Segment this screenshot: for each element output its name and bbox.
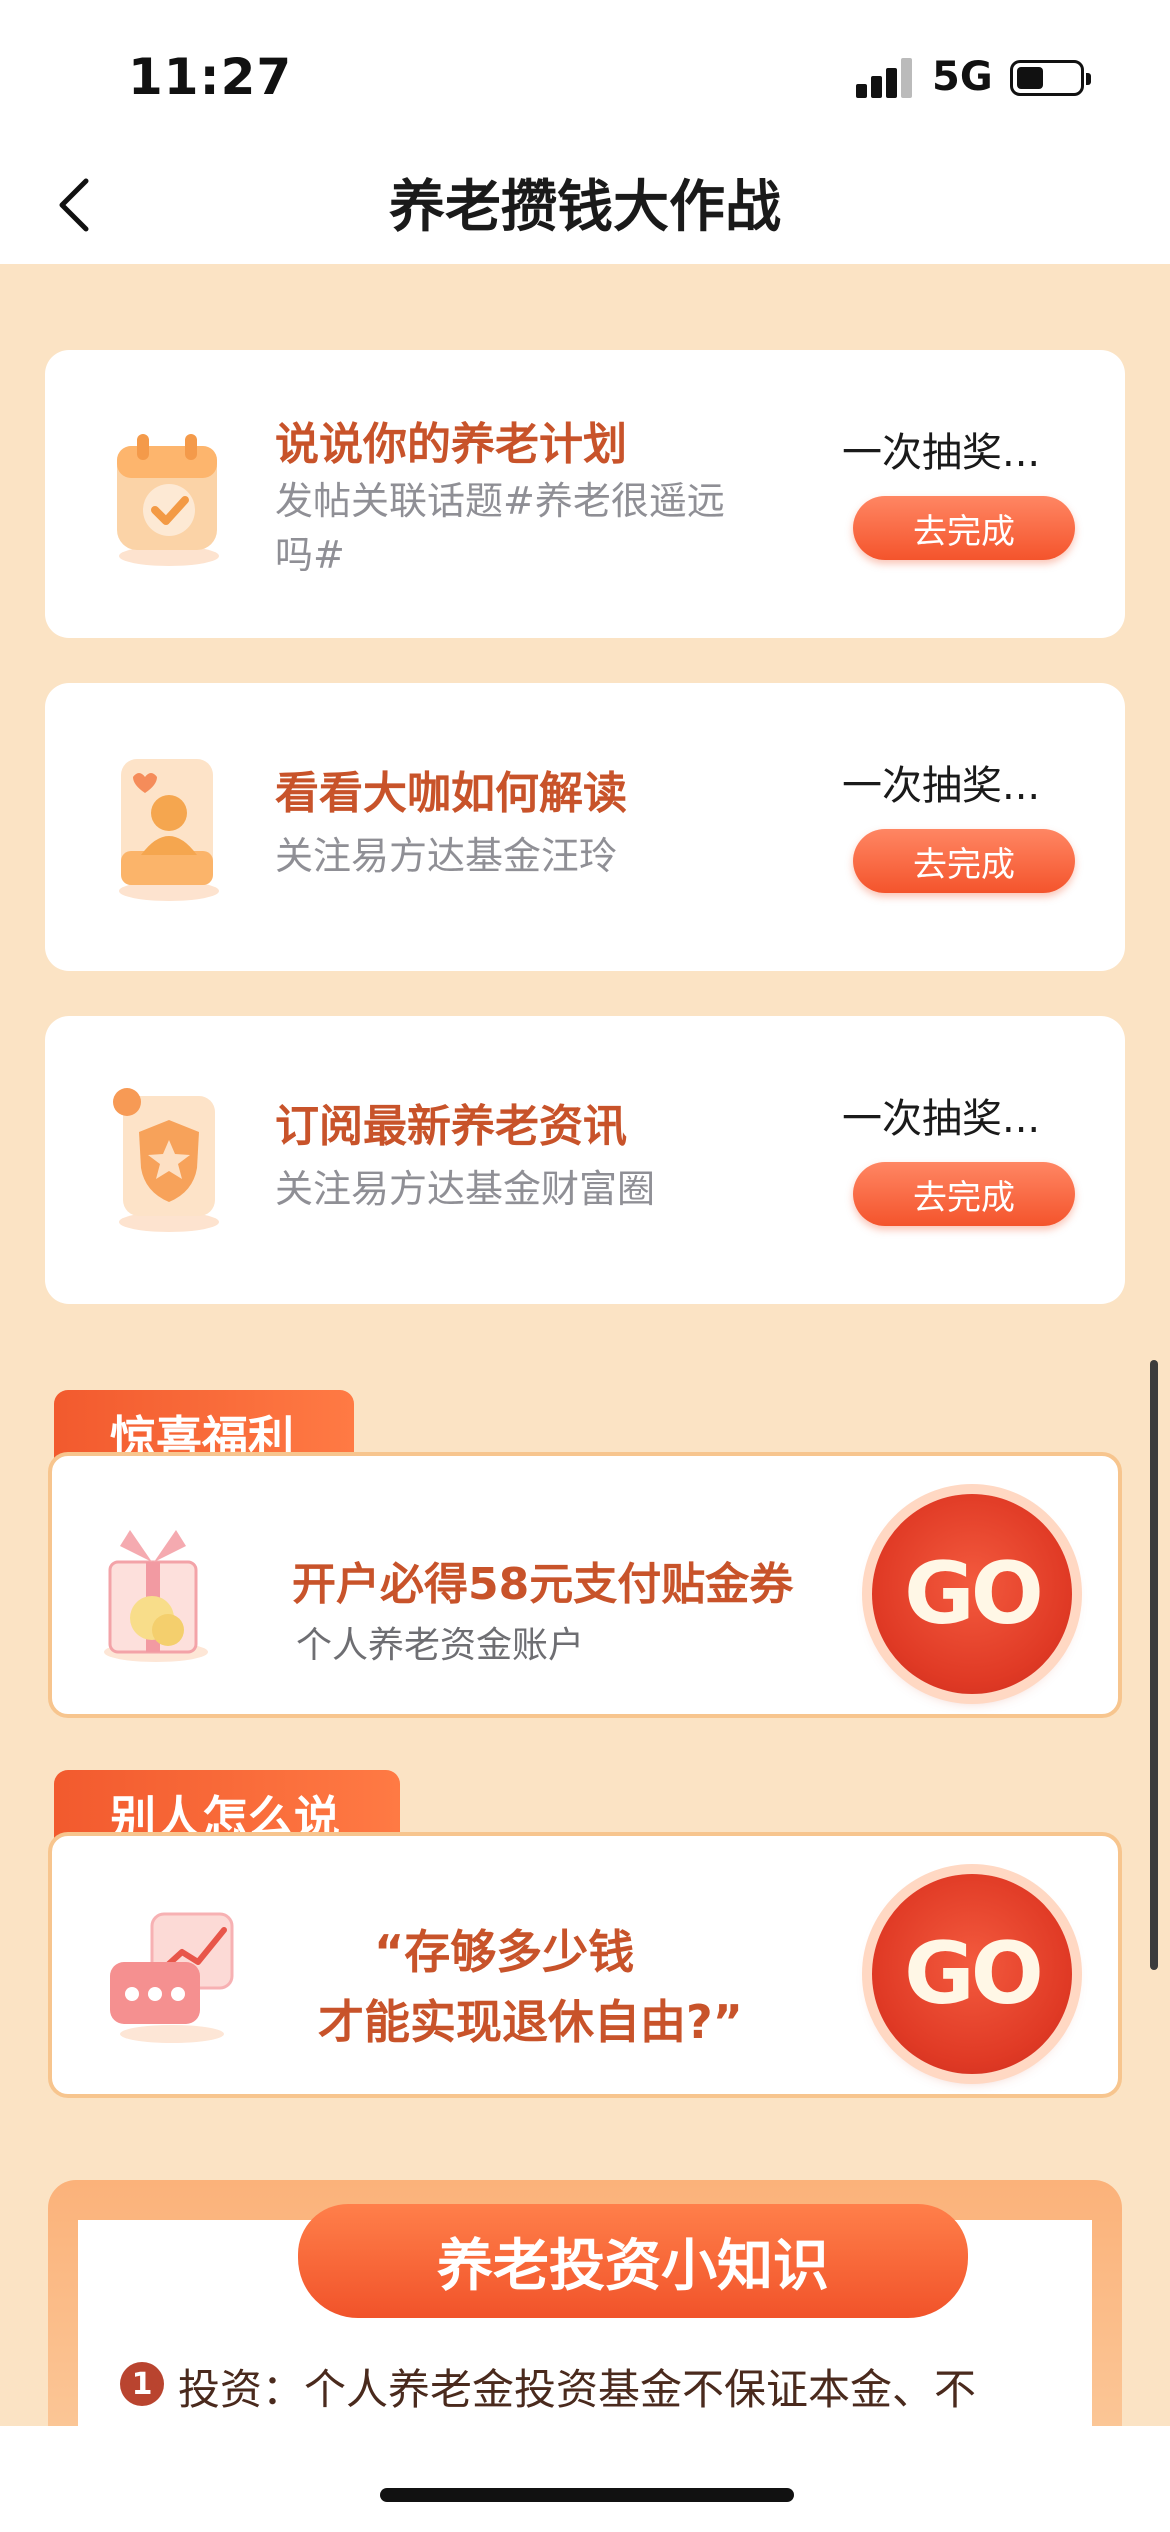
battery-icon	[1010, 60, 1091, 96]
quote-line-1: “存够多少钱	[374, 1925, 635, 1979]
calendar-check-icon	[117, 434, 219, 566]
surprise-title: 开户必得58元支付贴金券	[292, 1559, 794, 1610]
task-card-subscribe: 订阅最新养老资讯 关注易方达基金财富圈 一次抽奖... 去完成	[45, 1016, 1125, 1304]
shield-star-icon	[113, 1088, 219, 1232]
task-description: 发帖关联话题#养老很遥远吗#	[275, 479, 725, 577]
task-title: 看看大咖如何解读	[275, 768, 627, 819]
surprise-card[interactable]: 开户必得58元支付贴金券 个人养老资金账户 GO	[48, 1452, 1122, 1718]
gift-box-icon	[104, 1530, 208, 1662]
status-bar: 11:27 5G	[0, 0, 1170, 150]
task-complete-button[interactable]: 去完成	[853, 496, 1075, 560]
go-button[interactable]: GO	[872, 1494, 1072, 1694]
go-label: GO	[904, 1544, 1044, 1644]
nav-bar: 养老攒钱大作战	[0, 150, 1170, 264]
home-indicator[interactable]	[380, 2488, 794, 2502]
task-reward: 一次抽奖...	[842, 1096, 1041, 1142]
knowledge-title: 养老投资小知识	[298, 2204, 968, 2318]
bottom-bar	[0, 2426, 1170, 2532]
task-card-plan: 说说你的养老计划 发帖关联话题#养老很遥远吗# 一次抽奖... 去完成	[45, 350, 1125, 638]
task-description: 关注易方达基金财富圈	[275, 1167, 656, 1211]
chat-chart-icon	[110, 1912, 234, 2043]
task-reward: 一次抽奖...	[842, 763, 1041, 809]
task-card-expert: 看看大咖如何解读 关注易方达基金汪玲 一次抽奖... 去完成	[45, 683, 1125, 971]
surprise-subtitle: 个人养老资金账户	[296, 1625, 585, 1666]
go-label: GO	[904, 1924, 1044, 2024]
network-type: 5G	[932, 54, 993, 100]
quote-line-2: 才能实现退休自由?”	[318, 1995, 743, 2049]
task-reward: 一次抽奖...	[842, 430, 1041, 476]
signal-strength-icon	[856, 58, 916, 98]
task-complete-button[interactable]: 去完成	[853, 1162, 1075, 1226]
person-card-icon	[119, 759, 219, 901]
task-description: 关注易方达基金汪玲	[275, 834, 618, 878]
page-title: 养老攒钱大作战	[389, 175, 781, 240]
task-complete-button[interactable]: 去完成	[853, 829, 1075, 893]
go-button[interactable]: GO	[872, 1874, 1072, 2074]
knowledge-item-text: 投资：个人养老金投资基金不保证本金、不	[178, 2365, 977, 2414]
knowledge-item-number: 1	[120, 2362, 164, 2406]
others-card[interactable]: “存够多少钱 才能实现退休自由?” GO	[48, 1832, 1122, 2098]
scroll-indicator[interactable]	[1150, 1360, 1158, 1970]
status-time: 11:27	[128, 48, 293, 106]
task-title: 订阅最新养老资讯	[275, 1101, 627, 1152]
task-title: 说说你的养老计划	[275, 419, 627, 470]
